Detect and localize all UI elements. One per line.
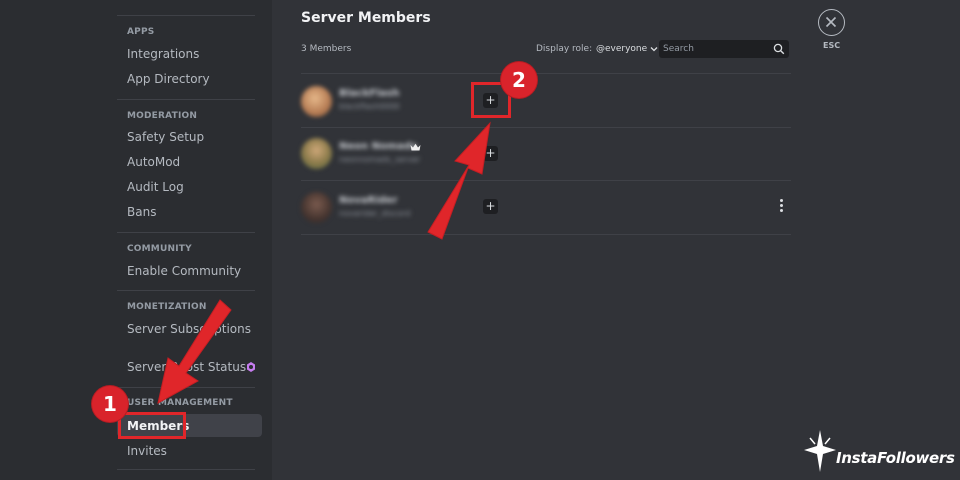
arrow-to-add-role: [427, 121, 491, 240]
annotation-arrows: [157, 121, 491, 404]
brand-name: InstaFollowers: [836, 449, 955, 467]
step-badge-1: 1: [92, 386, 128, 422]
arrow-to-members: [157, 299, 232, 404]
step-badge-2: 2: [501, 62, 537, 98]
